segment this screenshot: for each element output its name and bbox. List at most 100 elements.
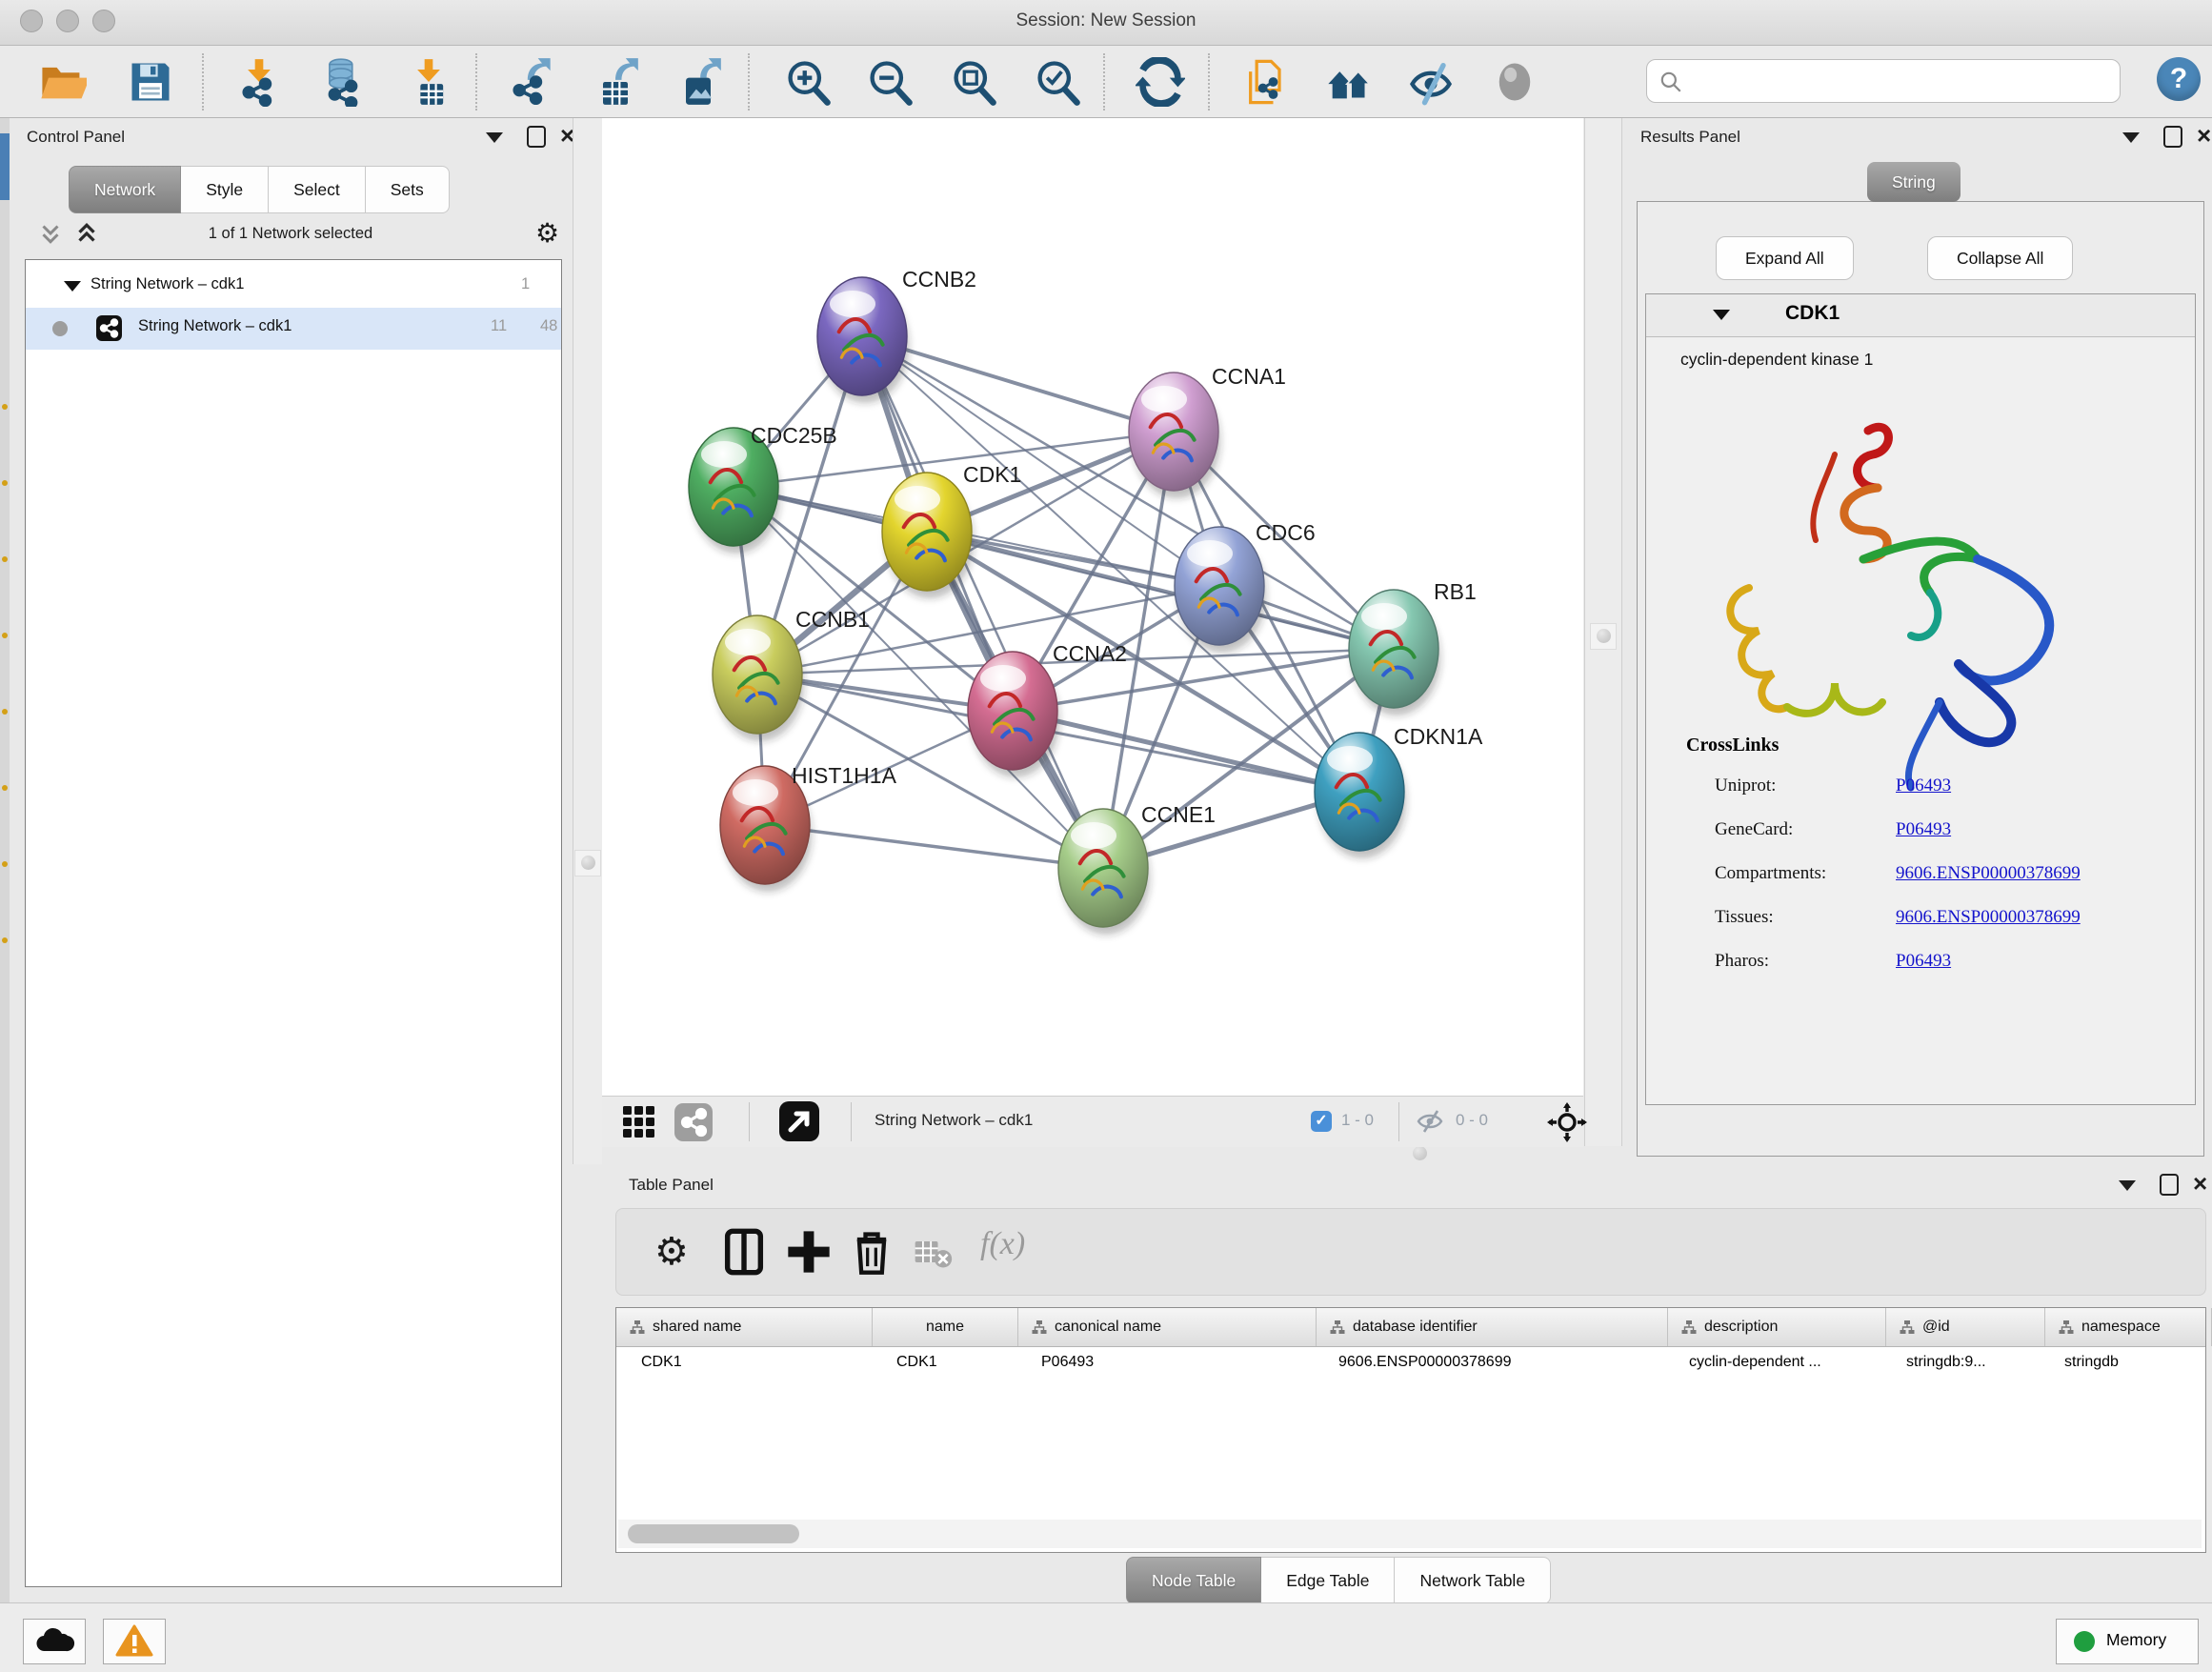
results-panel-close-icon[interactable]: ×	[2197, 126, 2211, 145]
zoom-out-icon[interactable]	[865, 57, 915, 107]
column-header-namespace[interactable]: namespace	[2045, 1308, 2212, 1346]
table-row[interactable]: CDK1CDK1P064939606.ENSP00000378699cyclin…	[616, 1347, 2205, 1381]
network-node[interactable]	[817, 277, 909, 403]
tab-network-table[interactable]: Network Table	[1395, 1557, 1551, 1604]
network-canvas[interactable]: CCNB2CCNA1CDC25BCDK1CDC6RB1CCNB1CCNA2CDK…	[602, 118, 1583, 1096]
crosslink-link[interactable]: P06493	[1896, 776, 1951, 796]
save-session-icon[interactable]	[126, 57, 175, 107]
table-cell[interactable]: stringdb:9...	[1881, 1347, 2040, 1381]
add-column-icon[interactable]	[784, 1227, 834, 1277]
results-panel-maximize-icon[interactable]	[2163, 126, 2182, 148]
cloud-status-button[interactable]	[23, 1619, 86, 1664]
table-panel-maximize-icon[interactable]	[2160, 1174, 2179, 1196]
warning-status-button[interactable]	[103, 1619, 166, 1664]
zoom-selected-icon[interactable]	[1033, 57, 1082, 107]
column-header-database-identifier[interactable]: database identifier	[1317, 1308, 1668, 1346]
zoom-in-icon[interactable]	[783, 57, 833, 107]
hide-selected-eye-icon[interactable]	[1406, 57, 1456, 107]
crosslink-link[interactable]: 9606.ENSP00000378699	[1896, 863, 2081, 884]
network-node[interactable]	[1315, 733, 1406, 858]
right-splitter-handle[interactable]	[1590, 623, 1617, 650]
toolbar-separator	[1103, 53, 1105, 111]
node-table[interactable]: shared namenamecanonical namedatabase id…	[615, 1307, 2206, 1553]
column-header-description[interactable]: description	[1668, 1308, 1886, 1346]
table-cell[interactable]: CDK1	[616, 1347, 872, 1381]
control-panel-maximize-icon[interactable]	[527, 126, 546, 148]
column-header-canonical-name[interactable]: canonical name	[1018, 1308, 1317, 1346]
apply-layout-icon[interactable]	[1136, 57, 1185, 107]
selected-nodes-checkbox[interactable]: ✓	[1311, 1111, 1332, 1132]
table-cell[interactable]: P06493	[1016, 1347, 1314, 1381]
crosslink-link[interactable]: P06493	[1896, 819, 1951, 840]
open-file-icon[interactable]	[37, 57, 87, 107]
control-panel-float-icon[interactable]	[486, 132, 503, 143]
export-image-icon[interactable]	[674, 57, 723, 107]
table-hscrollbar[interactable]	[618, 1520, 2202, 1548]
column-header-name[interactable]: name	[873, 1308, 1018, 1346]
delete-column-icon[interactable]	[847, 1227, 896, 1277]
tab-sets[interactable]: Sets	[366, 166, 450, 213]
tab-style[interactable]: Style	[181, 166, 269, 213]
grid-view-icon[interactable]	[621, 1104, 657, 1140]
left-splitter[interactable]	[573, 118, 603, 1164]
network-node[interactable]	[968, 652, 1059, 777]
toolbar-separator	[851, 1102, 852, 1141]
table-cell[interactable]: stringdb	[2040, 1347, 2205, 1381]
protein-collapse-icon[interactable]	[1713, 310, 1730, 320]
export-table-icon[interactable]	[591, 57, 640, 107]
protein-header-row[interactable]: CDK1	[1646, 294, 2195, 337]
column-header--id[interactable]: @id	[1886, 1308, 2045, 1346]
table-options-gear-icon[interactable]: ⚙	[654, 1227, 704, 1277]
help-button[interactable]: ?	[2157, 57, 2201, 101]
hidden-counts: 0 - 0	[1456, 1111, 1488, 1130]
tab-node-table[interactable]: Node Table	[1126, 1557, 1261, 1604]
network-node[interactable]	[1058, 809, 1150, 935]
tab-string[interactable]: String	[1867, 162, 1961, 202]
expand-all-button[interactable]: Expand All	[1716, 236, 1854, 280]
table-cell[interactable]: CDK1	[872, 1347, 1016, 1381]
tab-select[interactable]: Select	[269, 166, 366, 213]
show-columns-icon[interactable]	[719, 1227, 769, 1277]
network-node[interactable]	[1349, 590, 1440, 715]
table-panel-float-icon[interactable]	[2119, 1180, 2136, 1191]
import-table-icon[interactable]	[404, 57, 453, 107]
table-cell[interactable]: cyclin-dependent ...	[1664, 1347, 1881, 1381]
column-header-shared-name[interactable]: shared name	[616, 1308, 873, 1346]
node-label: CDK1	[963, 462, 1021, 487]
fit-selection-crosshair-icon[interactable]	[1547, 1102, 1587, 1142]
crosslink-link[interactable]: P06493	[1896, 951, 1951, 972]
results-panel-float-icon[interactable]	[2122, 132, 2140, 143]
sliver-dot	[2, 556, 8, 562]
left-splitter-handle[interactable]	[574, 850, 601, 876]
table-hscrollbar-thumb[interactable]	[628, 1524, 799, 1543]
collapse-all-button[interactable]: Collapse All	[1927, 236, 2073, 280]
network-node[interactable]	[713, 615, 804, 741]
new-network-from-selection-icon[interactable]	[1242, 57, 1292, 107]
right-splitter[interactable]	[1584, 118, 1622, 1164]
tab-network[interactable]: Network	[69, 166, 181, 213]
open-in-window-icon[interactable]	[779, 1101, 819, 1141]
table-cell[interactable]: 9606.ENSP00000378699	[1314, 1347, 1664, 1381]
search-box[interactable]	[1646, 59, 2121, 103]
show-all-eye-icon[interactable]	[1490, 57, 1539, 107]
tab-edge-table[interactable]: Edge Table	[1261, 1557, 1395, 1604]
search-input[interactable]	[1689, 64, 2112, 98]
network-options-gear-icon[interactable]: ⚙	[535, 217, 559, 249]
table-panel-close-icon[interactable]: ×	[2193, 1174, 2207, 1193]
zoom-fit-icon[interactable]	[949, 57, 998, 107]
network-collection-row[interactable]: String Network – cdk1 1	[26, 266, 561, 308]
import-network-file-icon[interactable]	[234, 57, 284, 107]
clear-table-icon[interactable]	[912, 1227, 954, 1277]
crosslink-link[interactable]: 9606.ENSP00000378699	[1896, 907, 2081, 928]
birdseye-view-icon[interactable]	[674, 1103, 713, 1141]
network-node[interactable]	[882, 473, 974, 598]
network-node[interactable]	[1129, 373, 1220, 498]
hidden-eye-icon[interactable]	[1416, 1109, 1444, 1134]
collection-expand-icon[interactable]	[64, 281, 81, 292]
memory-button[interactable]: Memory	[2056, 1619, 2199, 1664]
network-row-selected[interactable]: String Network – cdk1 11 48	[26, 308, 561, 350]
graphics-details-icon[interactable]	[1324, 57, 1374, 107]
export-network-icon[interactable]	[505, 57, 554, 107]
function-builder-icon[interactable]: f(x)	[980, 1226, 1025, 1262]
import-network-database-icon[interactable]	[318, 57, 368, 107]
